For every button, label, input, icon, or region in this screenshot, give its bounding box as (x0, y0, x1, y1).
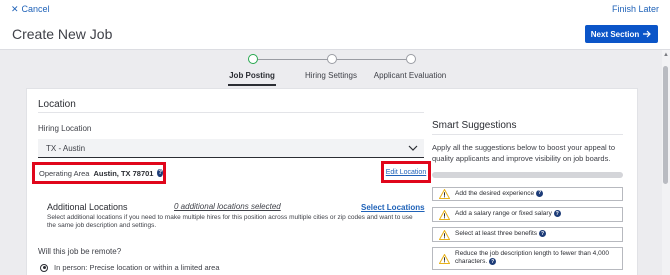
help-icon[interactable]: ? (553, 210, 561, 218)
page-title: Create New Job (12, 26, 113, 42)
remote-option-in-person[interactable]: In person: Precise location or within a … (40, 263, 220, 272)
operating-area-label: Operating Area (39, 168, 90, 178)
smart-suggestions-description: Apply all the suggestions below to boost… (432, 143, 616, 163)
suggestion-item[interactable]: Reduce the job description length to few… (432, 247, 623, 270)
warning-icon (439, 253, 450, 264)
cancel-label: Cancel (21, 4, 50, 14)
warning-icon (439, 209, 450, 220)
top-bar: ✕ Cancel Finish Later (0, 0, 670, 18)
location-section-title: Location (38, 99, 76, 110)
suggestion-item[interactable]: Add the desired experience? (432, 187, 623, 201)
scrollbar-thumb[interactable] (663, 66, 668, 184)
active-tab-indicator (228, 84, 276, 86)
radio-selected-icon[interactable] (40, 263, 48, 272)
cancel-link[interactable]: ✕ Cancel (11, 4, 50, 14)
page-header: Create New Job Next Section (0, 18, 670, 50)
tab-applicant-evaluation[interactable]: Applicant Evaluation (374, 71, 447, 80)
additional-locations-description: Select additional locations if you need … (47, 214, 413, 229)
suggestion-text: Add a salary range or fixed salary? (455, 210, 561, 218)
hiring-location-select[interactable]: TX - Austin (38, 139, 424, 158)
hiring-location-value: TX - Austin (46, 144, 86, 153)
help-icon[interactable]: ? (157, 169, 163, 177)
suggestions-progress-bar (432, 172, 623, 178)
operating-area-highlight: Operating Area Austin, TX 78701 ? (32, 162, 166, 184)
hiring-location-label: Hiring Location (38, 124, 92, 133)
additional-locations-title: Additional Locations (47, 202, 128, 212)
divider (432, 134, 623, 135)
next-section-button[interactable]: Next Section (585, 25, 658, 43)
stepper-connector (258, 59, 328, 60)
remote-question: Will this job be remote? (38, 247, 122, 256)
step-dot-job-posting[interactable] (248, 54, 258, 64)
step-dot-hiring-settings[interactable] (327, 54, 337, 64)
edit-location-highlight: Edit Location (381, 161, 431, 183)
arrow-right-icon (643, 30, 652, 38)
divider (38, 112, 424, 113)
scroll-up-icon[interactable]: ▲ (663, 52, 669, 58)
chevron-down-icon (408, 145, 418, 151)
step-dot-applicant-evaluation[interactable] (406, 54, 416, 64)
remote-option-label: In person: Precise location or within a … (54, 263, 220, 272)
smart-suggestions-title: Smart Suggestions (432, 120, 517, 131)
suggestion-item[interactable]: Add a salary range or fixed salary? (432, 207, 623, 222)
page-scrollbar[interactable]: ▲ (662, 50, 670, 275)
warning-icon (439, 189, 450, 199)
next-section-label: Next Section (590, 29, 640, 39)
suggestion-text: Reduce the job description length to few… (455, 250, 609, 266)
select-locations-link[interactable]: Select Locations (361, 203, 425, 212)
suggestion-text: Add the desired experience? (455, 189, 544, 198)
tab-job-posting[interactable]: Job Posting (229, 71, 275, 80)
tab-hiring-settings[interactable]: Hiring Settings (305, 71, 357, 80)
help-icon[interactable]: ? (536, 189, 544, 197)
finish-later-link[interactable]: Finish Later (612, 4, 659, 14)
additional-locations-count: 0 additional locations selected (174, 202, 281, 211)
operating-area-value: Austin, TX 78701 (93, 168, 154, 178)
stepper-connector (337, 59, 406, 60)
help-icon[interactable]: ? (539, 230, 547, 238)
help-icon[interactable]: ? (489, 258, 497, 266)
suggestion-text: Select at least three benefits? (455, 230, 547, 238)
suggestion-item[interactable]: Select at least three benefits? (432, 227, 623, 242)
warning-icon (439, 229, 450, 240)
edit-location-link[interactable]: Edit Location (386, 169, 426, 176)
close-icon: ✕ (11, 3, 19, 14)
